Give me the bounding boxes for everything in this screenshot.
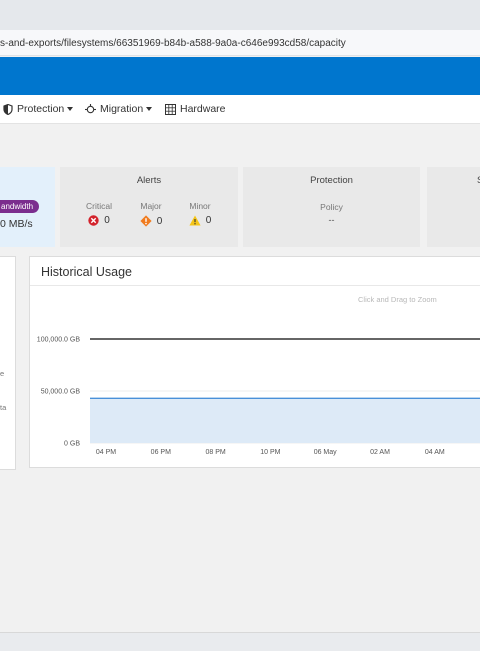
chevron-down-icon [146,107,153,111]
alert-critical-count: 0 [104,215,110,226]
x-tick-label: 10 PM [260,449,280,456]
menu-hardware[interactable]: Hardware [165,95,226,123]
alert-major-label: Major [140,201,162,211]
alert-major[interactable]: Major 0 [131,201,171,227]
x-tick-label: 04 PM [96,449,116,456]
policy-label: Policy [320,202,343,212]
critical-error-icon [88,215,99,226]
left-panel-text-1: e [0,369,5,378]
x-tick-label: 06 PM [151,449,171,456]
y-tick-label: 0 GB [64,441,80,448]
alerts-title: Alerts [136,175,162,186]
used-capacity-area [90,398,480,443]
migration-icon [85,103,96,113]
protection-title: Protection [310,175,353,186]
hardware-grid-icon [165,103,176,115]
alerts-card[interactable]: Alerts Critical 0 Major 0 Minor 0 [60,167,238,247]
url-text[interactable]: s-and-exports/filesystems/66351969-b84b-… [0,38,346,49]
historical-usage-panel: Historical Usage Click and Drag to Zoom … [29,256,480,468]
alert-minor[interactable]: Minor 0 [180,201,220,226]
historical-usage-chart[interactable]: 0 GB 50,000.0 GB 100,000.0 GB 04 PM 06 PM 08 … [30,257,480,469]
menu-migration-label: Migration [100,103,144,115]
bandwidth-card: andwidth 0 MB/s [0,167,55,247]
alert-minor-label: Minor [189,201,211,211]
menu-hardware-label: Hardware [180,103,226,115]
left-panel [0,256,16,470]
x-tick-label: 06 May [314,449,337,456]
y-tick-label: 100,000.0 GB [37,337,81,344]
next-summary-card[interactable]: S [427,167,480,247]
bandwidth-value: 0 MB/s [0,218,33,230]
shield-icon [3,103,13,115]
y-tick-label: 50,000.0 GB [41,389,81,396]
x-tick-label: 04 AM [425,449,445,456]
menu-protection-label: Protection [17,103,65,115]
bandwidth-badge[interactable]: andwidth [0,200,39,213]
menu-migration[interactable]: Migration [85,95,153,123]
chevron-down-icon [67,107,74,111]
alert-minor-count: 0 [205,215,212,226]
app-header-bar [0,57,480,95]
alert-major-count: 0 [156,215,163,227]
bottom-status-strip [0,632,480,651]
protection-card[interactable]: Protection Policy -- [243,167,420,247]
policy-value: -- [328,215,335,225]
left-panel-text-2: ta [0,403,7,412]
x-tick-label: 02 AM [370,449,390,456]
alert-critical-label: Critical [86,201,112,211]
browser-tab-strip [0,0,480,31]
menu-protection[interactable]: Protection [3,95,74,123]
top-menu-bar: Protection Migration Hardware [0,95,480,124]
alert-critical[interactable]: Critical 0 [79,201,119,226]
major-warning-icon [140,215,152,227]
address-bar[interactable]: s-and-exports/filesystems/66351969-b84b-… [0,30,480,56]
minor-warning-icon [189,215,201,226]
x-tick-label: 08 PM [205,449,225,456]
